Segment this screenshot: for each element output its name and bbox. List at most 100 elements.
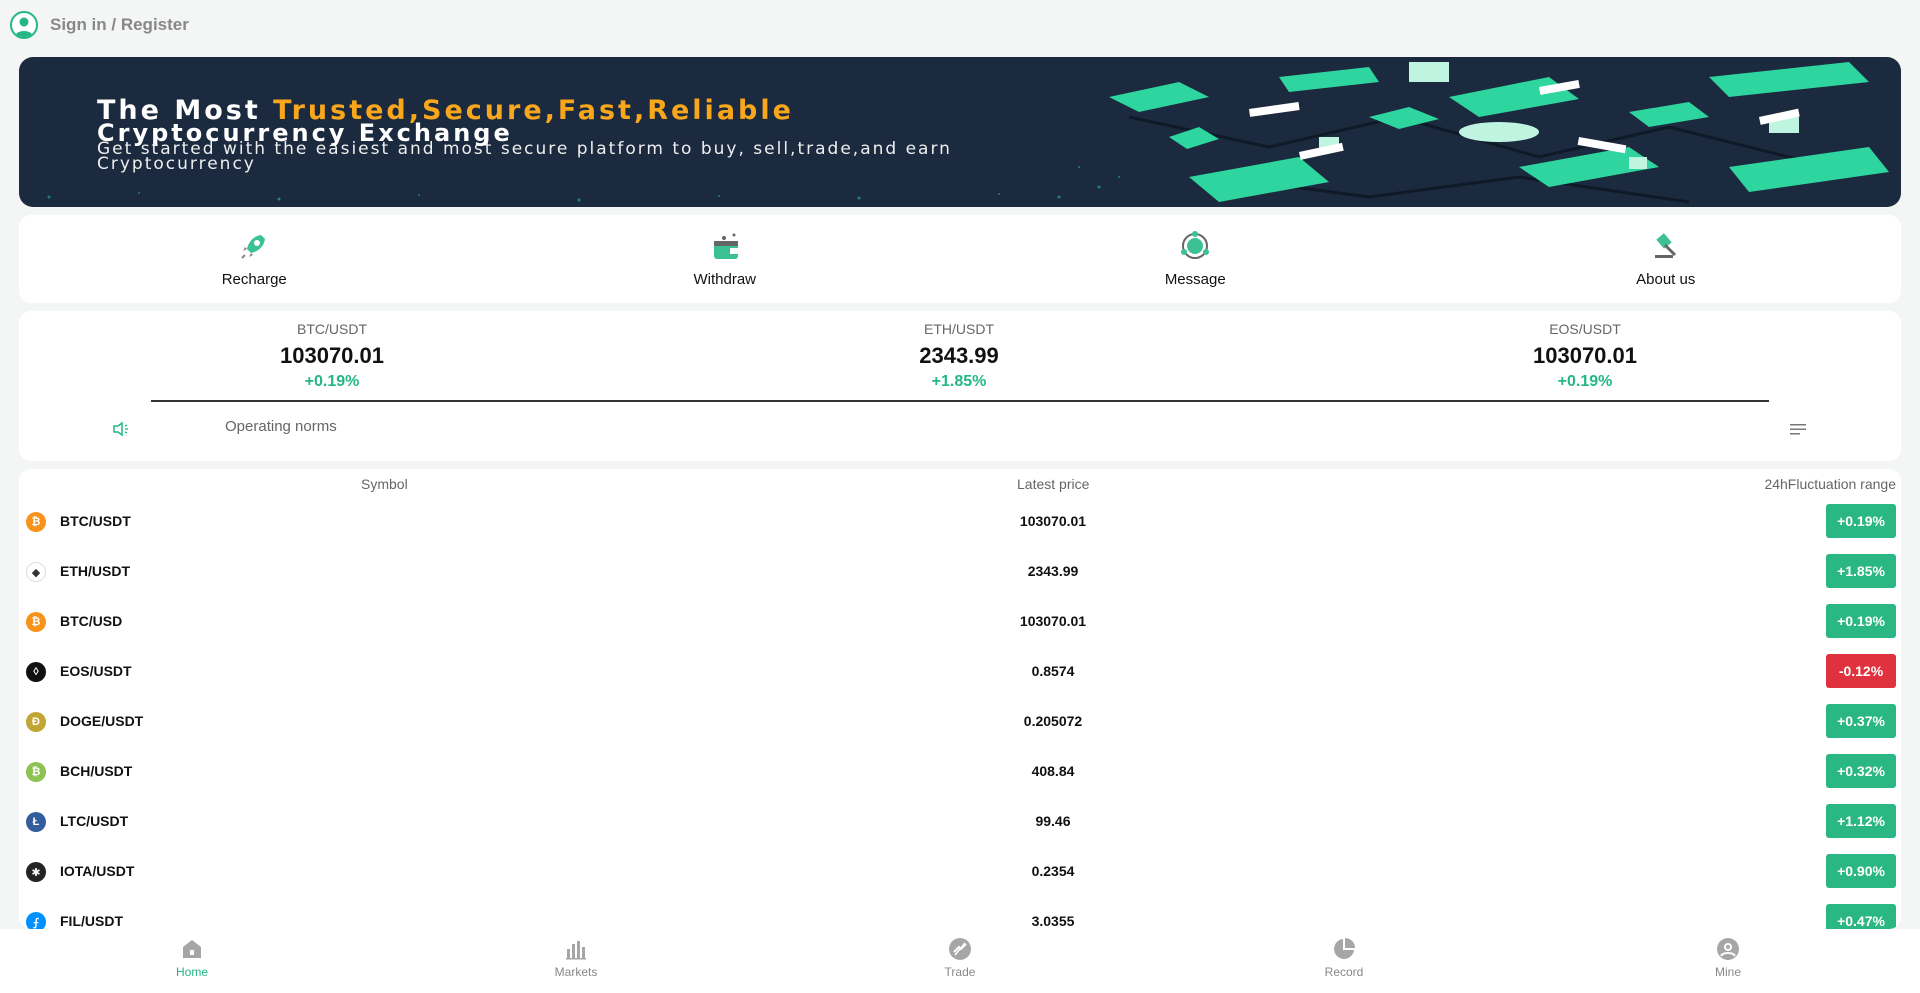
tab-trade[interactable]: Trade	[768, 929, 1152, 993]
column-symbol: Symbol	[361, 476, 408, 492]
trade-icon	[949, 938, 971, 960]
change-badge[interactable]: +1.85%	[1826, 554, 1896, 588]
row-latest-price: 99.46	[1035, 813, 1071, 829]
banner-description: Get started with the easiest and most se…	[97, 139, 952, 174]
market-row[interactable]: Ð DOGE/USDT 0.205072 +0.37%	[19, 697, 1901, 747]
coin-logo-icon: ✱	[26, 862, 46, 882]
bar-chart-icon	[566, 941, 586, 960]
ticker-pair: BTC/USDT	[297, 321, 367, 337]
row-latest-price: 3.0355	[1031, 913, 1075, 929]
market-row[interactable]: ◊ EOS/USDT 0.8574 -0.12%	[19, 647, 1901, 697]
ticker-pair: ETH/USDT	[924, 321, 994, 337]
coin-logo-icon: ₿	[26, 512, 46, 532]
about-us-label: About us	[1636, 271, 1696, 288]
change-badge[interactable]: +0.47%	[1826, 904, 1896, 929]
top-bar: Sign in / Register	[0, 0, 1920, 50]
wallet-icon	[708, 229, 742, 263]
change-badge[interactable]: -0.12%	[1826, 654, 1896, 688]
ticker-btc-usdt[interactable]: BTC/USDT 103070.01 +0.19%	[182, 321, 482, 391]
ticker-price: 2343.99	[919, 343, 999, 368]
ticker-change: +0.19%	[304, 373, 360, 390]
ticker-price: 103070.01	[280, 343, 384, 368]
row-latest-price: 0.2354	[1031, 863, 1075, 879]
coin-logo-icon: ₿	[26, 762, 46, 782]
pie-chart-icon	[1334, 938, 1355, 959]
rocket-icon	[237, 229, 271, 263]
message-label: Message	[1164, 271, 1226, 288]
menu-lines-icon[interactable]	[1789, 421, 1807, 437]
recharge-label: Recharge	[221, 271, 287, 288]
coin-logo-icon: ₿	[26, 612, 46, 632]
row-symbol: BTC/USD	[60, 613, 123, 629]
gavel-icon	[1649, 229, 1683, 263]
tab-label: Home	[175, 965, 208, 979]
change-badge[interactable]: +0.32%	[1826, 754, 1896, 788]
ticker-change: +0.19%	[1557, 373, 1613, 390]
row-latest-price: 103070.01	[1019, 613, 1087, 629]
about-us-button[interactable]: About us	[1431, 215, 1902, 303]
market-row[interactable]: ⨍ FIL/USDT 3.0355 +0.47%	[19, 897, 1901, 929]
ticker-divider	[151, 400, 1769, 402]
tab-label: Trade	[944, 965, 976, 979]
change-badge[interactable]: +0.37%	[1826, 704, 1896, 738]
ticker-eth-usdt[interactable]: ETH/USDT 2343.99 +1.85%	[809, 321, 1109, 391]
row-symbol: BCH/USDT	[60, 763, 133, 779]
promo-banner[interactable]: The Most Trusted,Secure,Fast,Reliable Cr…	[19, 57, 1901, 207]
row-symbol: DOGE/USDT	[60, 713, 144, 729]
signin-register-link[interactable]: Sign in / Register	[50, 15, 189, 35]
ticker-panel: BTC/USDT 103070.01 +0.19% ETH/USDT 2343.…	[19, 311, 1901, 461]
coin-logo-icon: Ł	[26, 812, 46, 832]
recharge-button[interactable]: Recharge	[19, 215, 490, 303]
quick-actions: Recharge Withdraw Message About us	[19, 215, 1901, 303]
change-badge[interactable]: +0.19%	[1826, 504, 1896, 538]
withdraw-label: Withdraw	[693, 271, 756, 288]
user-icon	[1717, 938, 1739, 960]
market-row[interactable]: ✱ IOTA/USDT 0.2354 +0.90%	[19, 847, 1901, 897]
row-latest-price: 103070.01	[1019, 513, 1087, 529]
tab-markets[interactable]: Markets	[384, 929, 768, 993]
column-latest-price: Latest price	[1017, 476, 1090, 492]
coin-logo-icon: ◆	[26, 562, 46, 582]
ticker-price: 103070.01	[1533, 343, 1637, 368]
ticker-change: +1.85%	[931, 373, 987, 390]
tab-home[interactable]: Home	[0, 929, 384, 993]
change-badge[interactable]: +0.19%	[1826, 604, 1896, 638]
market-header: Symbol Latest price 24hFluctuation range	[19, 469, 1901, 497]
coin-logo-icon: ⨍	[26, 912, 46, 929]
tab-label: Mine	[1714, 965, 1741, 979]
change-badge[interactable]: +0.90%	[1826, 854, 1896, 888]
row-symbol: BTC/USDT	[60, 513, 131, 529]
notice-text[interactable]: Operating norms	[225, 418, 337, 435]
message-button[interactable]: Message	[960, 215, 1431, 303]
speaker-icon	[113, 421, 128, 437]
market-row[interactable]: ◆ ETH/USDT 2343.99 +1.85%	[19, 547, 1901, 597]
row-latest-price: 2343.99	[1027, 563, 1079, 579]
market-row[interactable]: ₿ BCH/USDT 408.84 +0.32%	[19, 747, 1901, 797]
tab-mine[interactable]: Mine	[1536, 929, 1920, 993]
row-latest-price: 408.84	[1031, 763, 1075, 779]
avatar[interactable]	[10, 11, 38, 39]
market-row[interactable]: ₿ BTC/USD 103070.01 +0.19%	[19, 597, 1901, 647]
ticker-pair: EOS/USDT	[1549, 321, 1621, 337]
ticker-eos-usdt[interactable]: EOS/USDT 103070.01 +0.19%	[1435, 321, 1735, 391]
row-symbol: ETH/USDT	[60, 563, 130, 579]
tab-label: Record	[1324, 965, 1364, 979]
market-row[interactable]: ₿ BTC/USDT 103070.01 +0.19%	[19, 497, 1901, 547]
home-icon	[183, 940, 201, 958]
tab-label: Markets	[554, 965, 598, 979]
message-icon	[1178, 229, 1212, 263]
column-fluctuation-range: 24hFluctuation range	[1764, 476, 1896, 492]
user-avatar-icon	[15, 17, 33, 37]
market-row[interactable]: Ł LTC/USDT 99.46 +1.12%	[19, 797, 1901, 847]
coin-logo-icon: ◊	[26, 662, 46, 682]
market-list: Symbol Latest price 24hFluctuation range…	[19, 469, 1901, 929]
isometric-crypto-illustration	[1109, 62, 1889, 204]
withdraw-button[interactable]: Withdraw	[490, 215, 961, 303]
row-symbol: EOS/USDT	[60, 663, 132, 679]
row-latest-price: 0.8574	[1031, 663, 1075, 679]
row-symbol: IOTA/USDT	[60, 863, 135, 879]
change-badge[interactable]: +1.12%	[1826, 804, 1896, 838]
tab-record[interactable]: Record	[1152, 929, 1536, 993]
bottom-tab-bar: Home Markets Trade Record Mine	[0, 929, 1920, 993]
row-latest-price: 0.205072	[1023, 713, 1083, 729]
